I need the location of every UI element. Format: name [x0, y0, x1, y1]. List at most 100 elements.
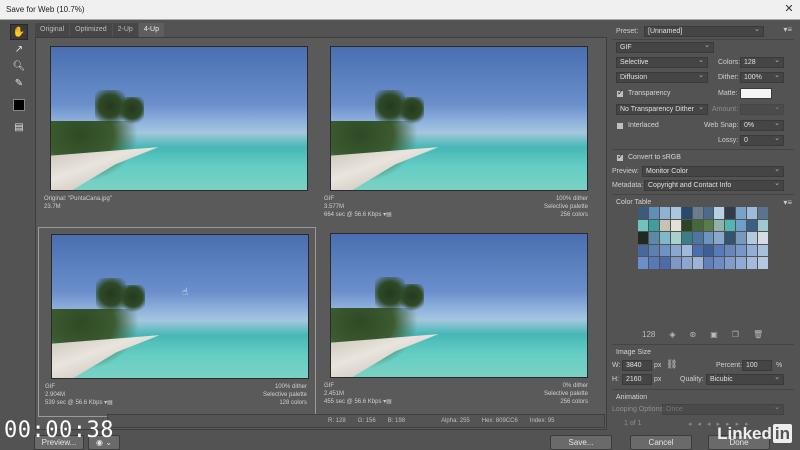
color-swatch[interactable] [659, 232, 670, 244]
color-swatch[interactable] [681, 219, 692, 232]
new-color-icon[interactable]: ❐ [732, 330, 739, 339]
color-swatch[interactable] [758, 232, 768, 244]
color-swatch[interactable] [725, 232, 736, 244]
color-swatch[interactable] [659, 219, 670, 232]
color-swatch[interactable] [659, 207, 670, 219]
color-swatch[interactable] [648, 257, 659, 269]
color-swatch[interactable] [747, 257, 758, 269]
color-swatch[interactable] [703, 207, 714, 219]
hand-tool-icon[interactable]: ✋ [10, 24, 28, 40]
interlaced-checkbox[interactable]: Interlaced [616, 121, 659, 130]
color-swatch[interactable] [648, 219, 659, 232]
color-swatch[interactable] [736, 207, 747, 219]
preview-image[interactable]: ☝ [51, 234, 309, 379]
color-swatch[interactable] [725, 219, 736, 232]
color-swatch[interactable] [703, 219, 714, 232]
color-swatch[interactable] [692, 207, 703, 219]
eyedropper-color-swatch[interactable] [13, 99, 25, 111]
color-swatch[interactable] [714, 219, 725, 232]
color-swatch[interactable] [714, 232, 725, 244]
lossy-field[interactable]: 0 [740, 134, 784, 146]
file-format-dropdown[interactable]: GIF [616, 41, 714, 53]
web-shift-icon[interactable]: ⊛ [690, 330, 697, 339]
color-swatch[interactable] [747, 219, 758, 232]
colors-field[interactable]: 128 [740, 56, 784, 68]
preview-pane-original[interactable]: Original: "PuntaCana.jpg" 23.7M [38, 40, 316, 230]
color-swatch[interactable] [659, 257, 670, 269]
color-swatch[interactable] [670, 207, 681, 219]
dither-algorithm-dropdown[interactable]: Diffusion [616, 71, 708, 83]
preset-dropdown[interactable]: [Unnamed] [644, 25, 764, 37]
color-swatch[interactable] [758, 244, 768, 257]
color-swatch[interactable] [681, 207, 692, 219]
color-swatch[interactable] [648, 244, 659, 257]
color-swatch[interactable] [638, 257, 648, 269]
color-swatch[interactable] [670, 257, 681, 269]
color-swatch[interactable] [670, 219, 681, 232]
close-icon[interactable]: ✕ [782, 3, 796, 16]
color-swatch[interactable] [714, 244, 725, 257]
color-swatch[interactable] [725, 244, 736, 257]
color-swatch[interactable] [758, 219, 768, 232]
preview-pane-optimized-2[interactable]: ☝ GIF 2.904M 539 sec @ 56.6 Kbps ▾▤ 100% d… [38, 227, 316, 417]
color-swatch[interactable] [736, 232, 747, 244]
quality-dropdown[interactable]: Bicubic [706, 373, 784, 385]
color-swatch[interactable] [747, 244, 758, 257]
cancel-button[interactable]: Cancel [630, 435, 692, 450]
color-swatch[interactable] [747, 232, 758, 244]
color-swatch[interactable] [681, 232, 692, 244]
dither-field[interactable]: 100% [740, 71, 784, 83]
color-table-menu-icon[interactable]: ▾≡ [783, 198, 792, 207]
color-swatch[interactable] [714, 257, 725, 269]
color-swatch[interactable] [736, 244, 747, 257]
optimize-menu-icon[interactable]: ▾≡ [783, 25, 792, 34]
convert-srgb-checkbox[interactable]: Convert to sRGB [616, 152, 681, 162]
color-swatch[interactable] [638, 219, 648, 232]
color-swatch[interactable] [638, 232, 648, 244]
transparency-dither-dropdown[interactable]: No Transparency Dither [616, 103, 708, 115]
color-swatch[interactable] [747, 207, 758, 219]
lock-color-icon[interactable]: ▣ [710, 330, 718, 339]
color-swatch[interactable] [725, 257, 736, 269]
color-swatch[interactable] [703, 232, 714, 244]
map-selected-colors-icon[interactable]: ◈ [669, 330, 675, 339]
height-field[interactable]: 2160 [622, 374, 652, 385]
color-swatch[interactable] [736, 219, 747, 232]
transparency-checkbox[interactable]: Transparency [616, 88, 671, 98]
preview-image[interactable] [330, 233, 588, 378]
web-snap-field[interactable]: 0% [740, 119, 784, 131]
delete-color-icon[interactable]: 🗑︎ [753, 330, 763, 339]
color-table-grid[interactable] [638, 207, 768, 269]
preview-image[interactable] [50, 46, 308, 191]
color-swatch[interactable] [638, 244, 648, 257]
tab-original[interactable]: Original [35, 23, 70, 37]
color-swatch[interactable] [670, 244, 681, 257]
color-swatch[interactable] [703, 244, 714, 257]
preview-image[interactable] [330, 46, 588, 191]
color-swatch[interactable] [714, 207, 725, 219]
tab-optimized[interactable]: Optimized [70, 23, 112, 37]
color-swatch[interactable] [703, 257, 714, 269]
color-swatch[interactable] [681, 257, 692, 269]
eyedropper-tool-icon[interactable]: ✎ [10, 75, 28, 91]
color-swatch[interactable] [681, 244, 692, 257]
color-swatch[interactable] [736, 257, 747, 269]
color-swatch[interactable] [638, 207, 648, 219]
slice-select-tool-icon[interactable]: ↗ [10, 41, 28, 57]
toggle-slices-icon[interactable]: ▤ [10, 119, 28, 135]
width-field[interactable]: 3840 [622, 360, 652, 371]
save-button[interactable]: Save... [550, 435, 612, 450]
color-swatch[interactable] [692, 232, 703, 244]
tab-2-up[interactable]: 2-Up [112, 23, 138, 37]
color-swatch[interactable] [670, 232, 681, 244]
color-swatch[interactable] [648, 207, 659, 219]
color-swatch[interactable] [692, 219, 703, 232]
color-swatch[interactable] [659, 244, 670, 257]
percent-field[interactable]: 100 [742, 360, 772, 371]
metadata-dropdown[interactable]: Copyright and Contact Info [644, 179, 784, 191]
color-swatch[interactable] [725, 207, 736, 219]
color-swatch[interactable] [758, 257, 768, 269]
preview-color-dropdown[interactable]: Monitor Color [642, 165, 784, 177]
matte-color-swatch[interactable] [740, 88, 772, 99]
tab-4-up[interactable]: 4-Up [138, 23, 165, 37]
